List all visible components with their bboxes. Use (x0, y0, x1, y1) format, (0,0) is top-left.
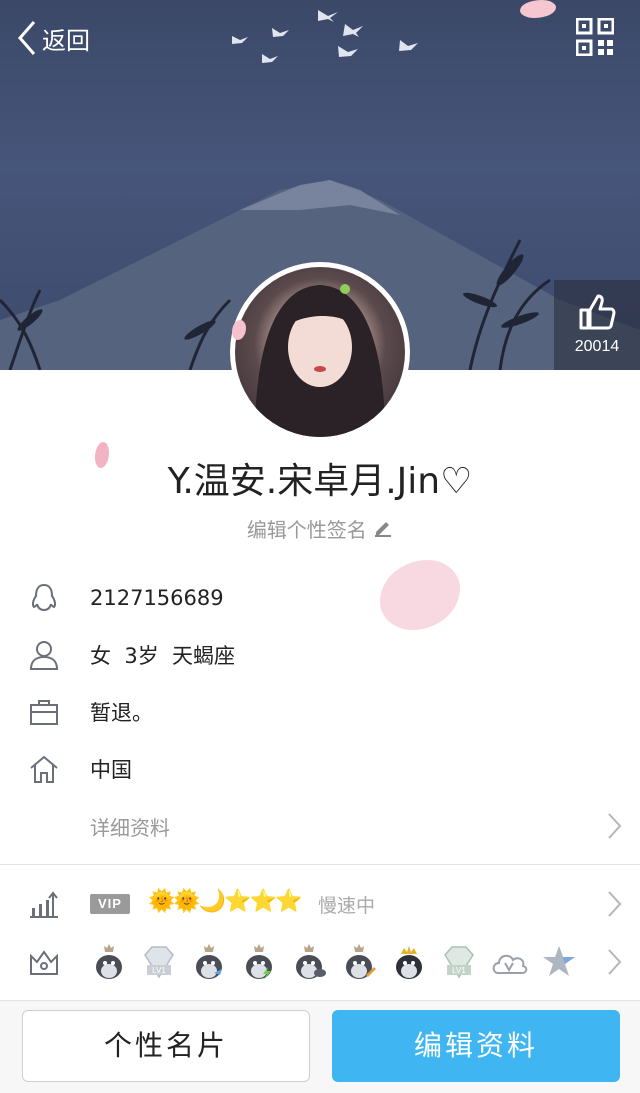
penguin-icon (31, 583, 57, 612)
penguin-badge-icon[interactable] (90, 943, 128, 981)
user-icon (29, 641, 59, 670)
chevron-right-icon[interactable] (606, 890, 622, 918)
location: 中国 (90, 758, 132, 782)
penguin-fish-badge-icon[interactable] (190, 943, 228, 981)
penguin-pencil-badge-icon[interactable] (340, 943, 378, 981)
avatar-portrait (255, 284, 385, 437)
chevron-right-icon[interactable] (606, 948, 622, 976)
occupation-row: 暂退。 (0, 684, 640, 740)
basic-info: 女 3岁 天蝎座 (90, 644, 236, 668)
basic-info-row: 女 3岁 天蝎座 (0, 627, 640, 683)
level-icons: 🌞🌞🌙⭐⭐⭐ (148, 889, 302, 914)
penguin-phone-badge-icon[interactable] (290, 943, 328, 981)
badge-lv-text: LV1 (452, 966, 466, 975)
badge-lv-text: LV1 (152, 966, 166, 975)
penguin-lightning-badge-icon[interactable] (240, 943, 278, 981)
location-row: 中国 (0, 741, 640, 797)
avatar-photo (235, 267, 405, 437)
diamond-lv1-badge-icon[interactable]: LV1 (140, 943, 178, 981)
avatar[interactable] (230, 262, 410, 442)
pencil-icon (375, 522, 392, 537)
occupation: 暂退。 (90, 701, 153, 725)
like-count: 20014 (574, 338, 620, 355)
nickname: Y.温安.宋卓月.Jin♡ (167, 461, 473, 502)
cloud-v-badge-icon[interactable] (490, 943, 528, 981)
signature-prompt: 编辑个性签名 (246, 518, 367, 542)
level-chart-icon (30, 891, 58, 918)
badge-list: LV1 LV1 (90, 940, 590, 984)
divider (0, 864, 640, 865)
speed-status: 慢速中 (318, 895, 376, 917)
back-label: 返回 (42, 26, 90, 55)
qr-code-icon[interactable] (576, 18, 614, 56)
edit-signature-link[interactable]: 编辑个性签名 (0, 514, 640, 543)
briefcase-icon (30, 700, 58, 725)
like-button[interactable]: 20014 (554, 280, 640, 370)
qq-number-row: 2127156689 (0, 570, 640, 626)
star-badge-icon[interactable] (540, 943, 578, 981)
detail-info-link[interactable]: 详细资料 (90, 812, 170, 841)
edit-profile-button[interactable]: 编辑资料 (332, 1010, 620, 1082)
chevron-right-icon[interactable] (606, 812, 622, 840)
vip-tag: VIP (90, 894, 130, 914)
qq-number: 2127156689 (90, 586, 224, 610)
chevron-left-icon (18, 21, 36, 55)
thumbs-up-icon (579, 294, 616, 330)
crown-icon (30, 950, 58, 975)
back-button[interactable]: 返回 (16, 18, 90, 58)
diamond-lv1-badge-icon[interactable]: LV1 (440, 943, 478, 981)
personal-card-button[interactable]: 个性名片 (22, 1010, 310, 1082)
home-icon (30, 755, 58, 783)
penguin-crown-badge-icon[interactable] (390, 943, 428, 981)
